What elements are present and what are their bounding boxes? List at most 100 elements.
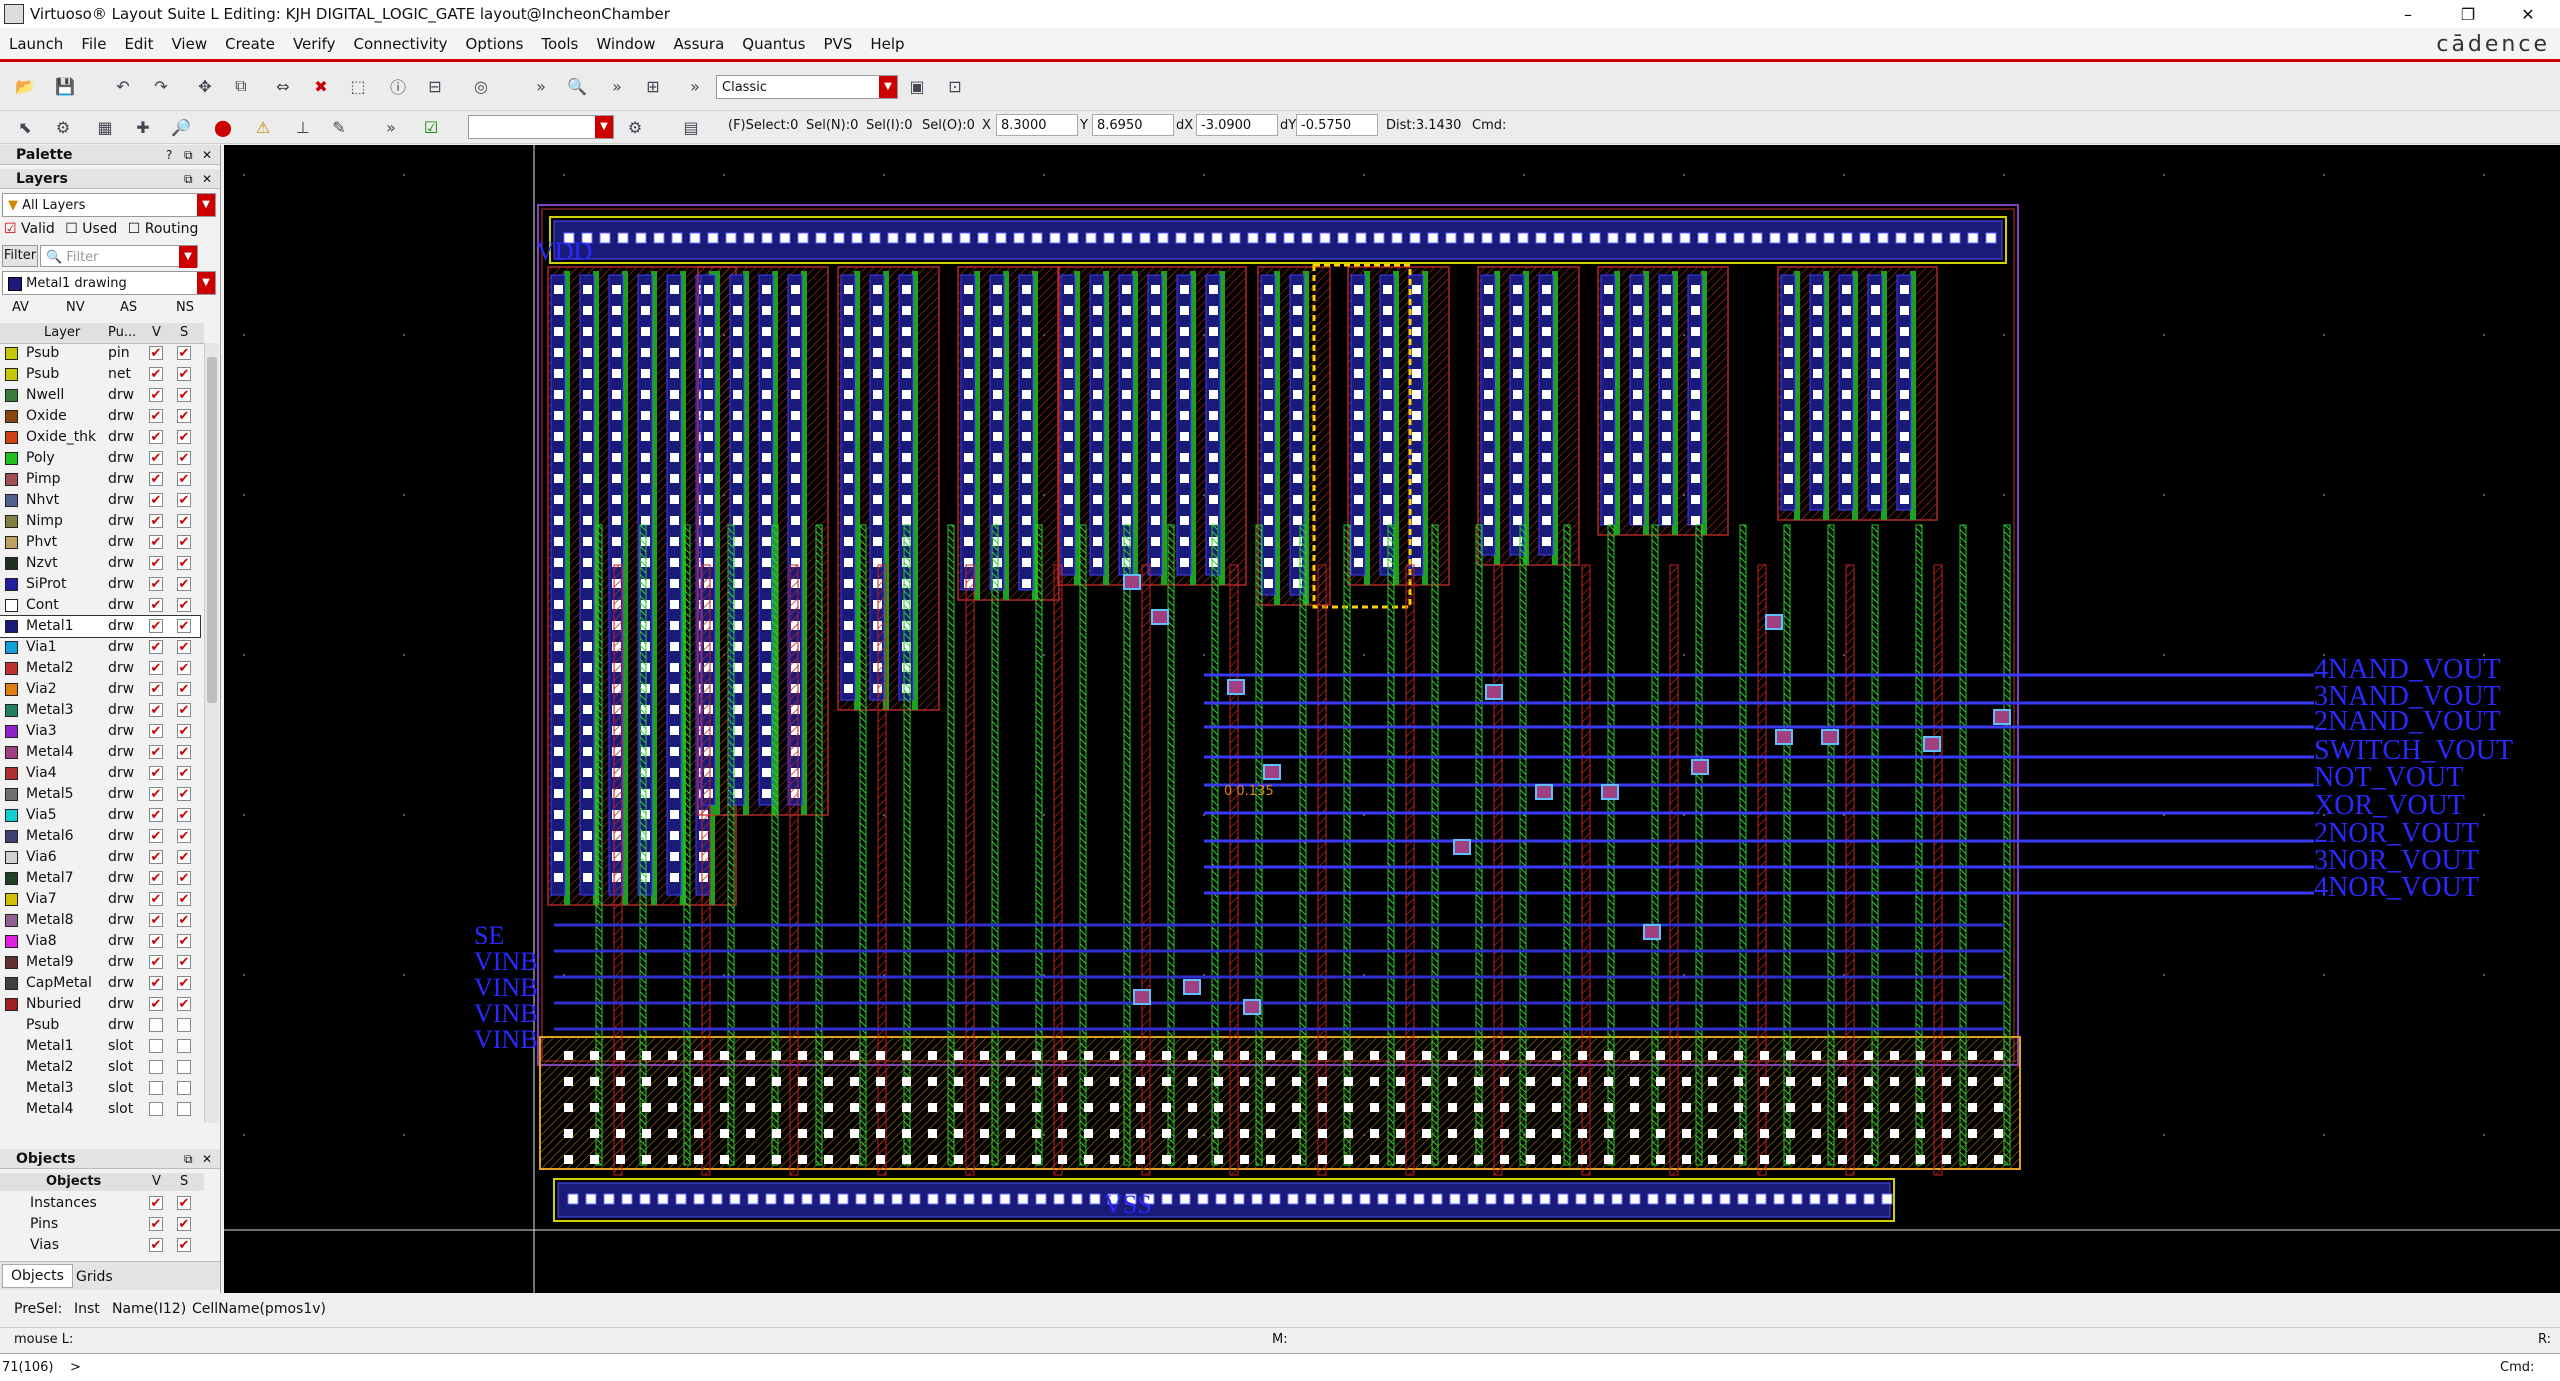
hierarchy-icon[interactable]: ◎ [468, 73, 494, 99]
layer-selectable-checkbox[interactable]: ✔ [177, 388, 191, 402]
menu-file[interactable]: File [72, 35, 115, 53]
layer-selectable-checkbox[interactable]: ✔ [177, 661, 191, 675]
command-input[interactable] [84, 1356, 2484, 1378]
layer-visible-checkbox[interactable]: ✔ [149, 871, 163, 885]
layer-row[interactable]: Psub net ✔ ✔ [0, 364, 200, 385]
col-visible[interactable]: V [152, 323, 161, 343]
float-icon[interactable]: ⧉ [184, 1149, 193, 1169]
object-visible-checkbox[interactable]: ✔ [149, 1238, 163, 1252]
layer-row[interactable]: CapMetal drw ✔ ✔ [0, 973, 200, 994]
menu-tools[interactable]: Tools [532, 35, 587, 53]
layer-list-scrollbar[interactable] [204, 343, 219, 1123]
menu-view[interactable]: View [163, 35, 217, 53]
marker-icon[interactable]: ✎ [326, 114, 352, 140]
layer-selectable-checkbox[interactable] [177, 1018, 191, 1032]
redo-icon[interactable]: ↷ [148, 73, 174, 99]
layer-selectable-checkbox[interactable]: ✔ [177, 577, 191, 591]
layer-row[interactable]: Psub drw [0, 1015, 200, 1036]
layer-selectable-checkbox[interactable]: ✔ [177, 850, 191, 864]
dx-field[interactable]: -3.0900 [1196, 114, 1278, 136]
layer-row[interactable]: Nzvt drw ✔ ✔ [0, 553, 200, 574]
object-selectable-checkbox[interactable]: ✔ [177, 1196, 191, 1210]
scrollbar-thumb[interactable] [207, 357, 217, 703]
layer-visible-checkbox[interactable]: ✔ [149, 367, 163, 381]
warning-icon[interactable]: ⚠ [250, 114, 276, 140]
layer-visible-checkbox[interactable]: ✔ [149, 766, 163, 780]
object-visible-checkbox[interactable]: ✔ [149, 1217, 163, 1231]
layer-visible-checkbox[interactable]: ✔ [149, 472, 163, 486]
layer-visible-checkbox[interactable]: ✔ [149, 661, 163, 675]
layer-visible-checkbox[interactable]: ✔ [149, 808, 163, 822]
move-icon[interactable]: ✥ [192, 73, 218, 99]
layer-row[interactable]: Metal3 slot [0, 1078, 200, 1099]
options-gear-icon[interactable]: ⚙ [622, 114, 648, 140]
all-selectable-button[interactable]: AS [120, 300, 137, 315]
layer-selectable-checkbox[interactable]: ✔ [177, 703, 191, 717]
object-row[interactable]: Vias ✔ ✔ [0, 1235, 200, 1256]
layer-selectable-checkbox[interactable]: ✔ [177, 367, 191, 381]
menu-edit[interactable]: Edit [115, 35, 162, 53]
layer-visible-checkbox[interactable]: ✔ [149, 829, 163, 843]
menu-quantus[interactable]: Quantus [733, 35, 814, 53]
object-row[interactable]: Instances ✔ ✔ [0, 1193, 200, 1214]
layer-row[interactable]: Metal2 slot [0, 1057, 200, 1078]
layer-visible-checkbox[interactable] [149, 1081, 163, 1095]
layer-visible-checkbox[interactable]: ✔ [149, 892, 163, 906]
layer-row[interactable]: Via6 drw ✔ ✔ [0, 847, 200, 868]
delete-icon[interactable]: ✖ [308, 73, 334, 99]
layer-selectable-checkbox[interactable]: ✔ [177, 724, 191, 738]
object-selectable-checkbox[interactable]: ✔ [177, 1217, 191, 1231]
object-visible-checkbox[interactable]: ✔ [149, 1196, 163, 1210]
layer-row[interactable]: Metal3 drw ✔ ✔ [0, 700, 200, 721]
layer-visible-checkbox[interactable]: ✔ [149, 997, 163, 1011]
stretch-icon[interactable]: ⇔ [270, 73, 296, 99]
workspace-select[interactable]: Classic ▼ [716, 75, 898, 99]
edit-mode-select[interactable]: ▼ [468, 115, 614, 139]
display-icon[interactable]: ▤ [678, 114, 704, 140]
none-visible-button[interactable]: NV [66, 300, 85, 315]
toolbar-overflow-icon-4[interactable]: » [378, 114, 404, 140]
layer-row[interactable]: Cont drw ✔ ✔ [0, 595, 200, 616]
col-purpose[interactable]: Pu... [108, 323, 136, 343]
layer-visible-checkbox[interactable]: ✔ [149, 577, 163, 591]
layer-selectable-checkbox[interactable]: ✔ [177, 745, 191, 759]
layer-row[interactable]: Via4 drw ✔ ✔ [0, 763, 200, 784]
drc-check-icon[interactable]: ☑ [418, 114, 444, 140]
layer-row[interactable]: Metal1 slot [0, 1036, 200, 1057]
toolbar-overflow-icon-3[interactable]: » [682, 73, 708, 99]
open-folder-icon[interactable]: 📂 [12, 73, 38, 99]
none-selectable-button[interactable]: NS [176, 300, 194, 315]
workspace-save-icon[interactable]: ▣ [904, 73, 930, 99]
close-button[interactable]: ✕ [2500, 0, 2556, 28]
toolbar-overflow-icon-2[interactable]: » [604, 73, 630, 99]
layer-row[interactable]: Oxide_thk drw ✔ ✔ [0, 427, 200, 448]
layer-row[interactable]: Psub pin ✔ ✔ [0, 343, 200, 364]
help-icon[interactable]: ? [166, 145, 172, 165]
routing-checkbox[interactable]: ☐ [128, 221, 141, 237]
layer-row[interactable]: Via5 drw ✔ ✔ [0, 805, 200, 826]
tab-objects[interactable]: Objects [2, 1264, 73, 1288]
layer-visible-checkbox[interactable]: ✔ [149, 976, 163, 990]
layer-selectable-checkbox[interactable]: ✔ [177, 787, 191, 801]
layer-selectable-checkbox[interactable]: ✔ [177, 955, 191, 969]
maximize-button[interactable]: ❐ [2440, 0, 2496, 28]
col-layer[interactable]: Layer [44, 323, 80, 343]
layer-row[interactable]: Metal4 drw ✔ ✔ [0, 742, 200, 763]
properties-icon[interactable]: ⓘ [385, 73, 411, 99]
minimize-button[interactable]: – [2380, 0, 2436, 28]
layer-visible-checkbox[interactable] [149, 1102, 163, 1116]
tab-grids[interactable]: Grids [76, 1266, 113, 1288]
layer-row[interactable]: Via8 drw ✔ ✔ [0, 931, 200, 952]
layer-selectable-checkbox[interactable]: ✔ [177, 934, 191, 948]
layer-row[interactable]: Metal4 slot [0, 1099, 200, 1120]
layer-selectable-checkbox[interactable]: ✔ [177, 913, 191, 927]
layer-visible-checkbox[interactable]: ✔ [149, 682, 163, 696]
layer-selectable-checkbox[interactable]: ✔ [177, 556, 191, 570]
layer-visible-checkbox[interactable]: ✔ [149, 787, 163, 801]
layer-visible-checkbox[interactable] [149, 1018, 163, 1032]
menu-help[interactable]: Help [861, 35, 913, 53]
layer-visible-checkbox[interactable]: ✔ [149, 535, 163, 549]
undo-icon[interactable]: ↶ [110, 73, 136, 99]
layer-row[interactable]: Metal2 drw ✔ ✔ [0, 658, 200, 679]
current-layer-select[interactable]: Metal1 drawing ▼ [2, 271, 216, 295]
